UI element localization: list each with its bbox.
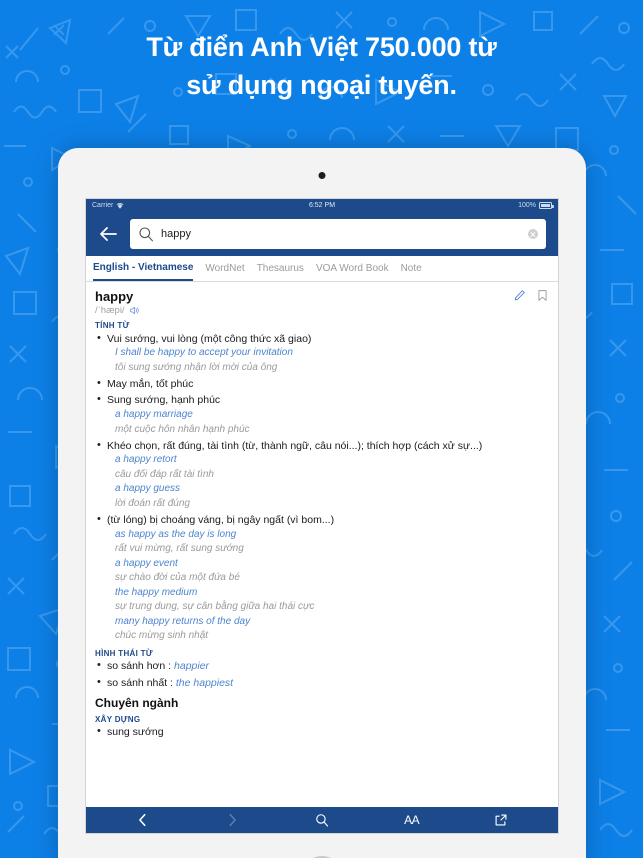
- example-vietnamese: rất vui mừng, rất sung sướng: [115, 543, 244, 555]
- example-vietnamese: chúc mừng sinh nhật: [115, 630, 209, 642]
- list-item: May mắn, tốt phúc: [95, 377, 549, 392]
- back-chevron-icon: [139, 813, 146, 827]
- specialized-list: sung sướng: [95, 725, 549, 740]
- navigation-bar: happy: [86, 212, 558, 256]
- toolbar-text-size-button[interactable]: AA: [398, 810, 426, 830]
- inflection-row: so sánh hơn : happier: [107, 660, 549, 674]
- example-english: I shall be happy to accept your invitati…: [115, 347, 293, 359]
- tab-thesaurus[interactable]: Thesaurus: [257, 256, 304, 281]
- pencil-edit-icon[interactable]: [513, 289, 526, 302]
- list-item: Vui sướng, vui lòng (một công thức xã gi…: [95, 332, 549, 376]
- tab-label: WordNet: [205, 263, 245, 274]
- example-vietnamese: lời đoán rất đúng: [115, 497, 190, 509]
- example-english: the happy medium: [115, 586, 198, 598]
- back-arrow-icon[interactable]: [96, 222, 120, 246]
- tablet-device: Carrier 6:52 PM 100% happy English - Vie…: [58, 148, 586, 858]
- search-input[interactable]: happy: [130, 219, 546, 249]
- inflection-list: so sánh hơn : happier so sánh nhất : the…: [95, 659, 549, 691]
- definition-content[interactable]: happy /ˈhæpi/ TÍNH TỪ • Vui sướng, vui l…: [86, 282, 558, 807]
- pronunciation-text: /ˈhæpi/: [95, 305, 125, 316]
- example-vietnamese: sự chào đời của một đứa bé: [115, 572, 240, 584]
- headline-line-1: Từ điển Anh Việt 750.000 từ: [146, 32, 497, 62]
- inflection-row: so sánh nhất : the happiest: [107, 677, 549, 691]
- dictionary-tab-bar: English - Vietnamese WordNet Thesaurus V…: [86, 256, 558, 282]
- sense-list: Vui sướng, vui lòng (một công thức xã gi…: [95, 332, 549, 644]
- example-english: a happy retort: [115, 454, 177, 466]
- list-item: so sánh nhất : the happiest: [95, 676, 549, 691]
- sense-definition: Vui sướng, vui lòng (một công thức xã gi…: [107, 332, 312, 345]
- tab-label: VOA Word Book: [315, 263, 389, 274]
- search-icon: [316, 814, 329, 827]
- list-item: so sánh hơn : happier: [95, 659, 549, 674]
- example-english: a happy marriage: [115, 409, 193, 421]
- toolbar-forward-button[interactable]: [218, 810, 246, 830]
- specialized-section-title: Chuyên ngành: [95, 695, 179, 710]
- clear-circle-icon[interactable]: [528, 229, 538, 239]
- status-bar: Carrier 6:52 PM 100%: [86, 199, 558, 212]
- tab-voa-word-book[interactable]: VOA Word Book: [316, 256, 389, 281]
- tab-note[interactable]: Note: [401, 256, 422, 281]
- inflection-prefix: so sánh hơn :: [107, 660, 175, 673]
- bottom-toolbar: AA: [86, 807, 558, 833]
- toolbar-back-button[interactable]: [129, 810, 157, 830]
- specialized-definition: sung sướng: [107, 726, 164, 739]
- list-item: Sung sướng, hạnh phúc a happy marriage m…: [95, 393, 549, 437]
- specialized-field-label: XÂY DỰNG: [95, 714, 141, 724]
- share-icon: [495, 814, 507, 826]
- example-english: a happy event: [115, 557, 178, 569]
- tab-label: English - Vietnamese: [93, 262, 194, 273]
- example-vietnamese: tôi sung sướng nhận lời mời của ông: [115, 361, 278, 373]
- inflection-label: HÌNH THÁI TỪ: [95, 648, 153, 658]
- tab-label: Thesaurus: [256, 263, 304, 274]
- sense-definition: Khéo chọn, rất đúng, tài tình (từ, thành…: [107, 439, 483, 452]
- example-vietnamese: câu đối đáp rất tài tình: [115, 468, 214, 480]
- toolbar-search-button[interactable]: [308, 810, 336, 830]
- list-item: (từ lóng) bị choáng váng, bị ngây ngất (…: [95, 513, 549, 644]
- tab-wordnet[interactable]: WordNet: [205, 256, 244, 281]
- example-english: as happy as the day is long: [115, 528, 237, 540]
- front-camera-icon: [318, 172, 326, 179]
- inflection-term: happier: [174, 660, 210, 673]
- status-right: 100%: [518, 202, 554, 209]
- sense-definition: Sung sướng, hạnh phúc: [107, 394, 221, 407]
- sense-definition: May mắn, tốt phúc: [107, 377, 194, 390]
- example-english: a happy guess: [115, 483, 181, 495]
- sense-definition: (từ lóng) bị choáng váng, bị ngây ngất (…: [107, 513, 335, 526]
- part-of-speech-label: TÍNH TỪ: [95, 321, 130, 330]
- entry-actions: [513, 289, 549, 302]
- list-item: sung sướng: [95, 725, 549, 740]
- battery-full-icon: [539, 202, 554, 209]
- promo-headline: Từ điển Anh Việt 750.000 từ sử dụng ngoạ…: [0, 28, 643, 105]
- list-item: Khéo chọn, rất đúng, tài tình (từ, thành…: [95, 439, 549, 512]
- example-vietnamese: một cuộc hôn nhân hạnh phúc: [115, 423, 250, 435]
- example-vietnamese: sự trung dung, sự cân bằng giữa hai thái…: [115, 601, 315, 613]
- text-size-label: AA: [404, 813, 420, 827]
- app-screen: Carrier 6:52 PM 100% happy English - Vie…: [85, 198, 559, 834]
- forward-chevron-icon: [229, 813, 236, 827]
- battery-percent-label: 100%: [518, 202, 536, 209]
- toolbar-share-button[interactable]: [487, 810, 515, 830]
- pronunciation-row: /ˈhæpi/: [95, 305, 549, 316]
- inflection-term: the happiest: [175, 676, 234, 689]
- headword: happy: [95, 289, 134, 304]
- tab-label: Note: [400, 263, 422, 274]
- tab-english-vietnamese[interactable]: English - Vietnamese: [93, 256, 194, 281]
- search-input-value: happy: [161, 228, 191, 240]
- example-english: many happy returns of the day: [115, 615, 251, 627]
- search-icon: [139, 227, 153, 242]
- entry-header: happy: [95, 289, 549, 304]
- speaker-icon[interactable]: [129, 305, 140, 316]
- headline-line-2: sử dụng ngoại tuyến.: [186, 70, 457, 101]
- inflection-prefix: so sánh nhất :: [107, 676, 176, 689]
- bookmark-icon[interactable]: [536, 289, 549, 302]
- status-time: 6:52 PM: [308, 202, 336, 209]
